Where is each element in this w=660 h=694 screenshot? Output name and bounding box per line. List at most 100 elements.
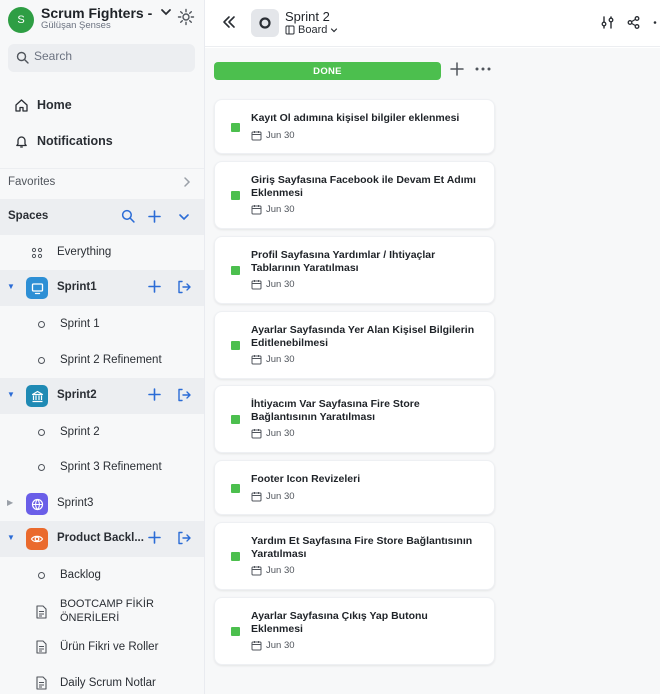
sidebar-doc-bootcamp[interactable]: BOOTCAMP FİKİR ÖNERİLERİ <box>0 593 204 633</box>
monitor-icon <box>26 277 48 299</box>
calendar-icon <box>251 641 262 651</box>
task-card[interactable]: Kayıt Ol adımına kişisel bilgiler eklenm… <box>214 99 495 154</box>
home-icon <box>15 98 28 112</box>
filter-sliders-icon[interactable] <box>600 15 615 30</box>
due-date[interactable]: Jun 30 <box>251 640 295 651</box>
chevron-right-icon[interactable] <box>180 175 194 189</box>
status-square-icon[interactable] <box>231 627 240 636</box>
sidebar-space-sprint3[interactable]: ▶ Sprint3 <box>0 486 204 522</box>
task-card[interactable]: Yardım Et Sayfasına Fire Store Bağlantıs… <box>214 522 495 590</box>
search-box[interactable] <box>8 44 195 72</box>
task-card[interactable]: Ayarlar Sayfasında Yer Alan Kişisel Bilg… <box>214 311 495 379</box>
due-date[interactable]: Jun 30 <box>251 354 295 365</box>
sidebar-item-label: Sprint3 <box>57 497 94 509</box>
sidebar-item-everything[interactable]: Everything <box>0 235 204 271</box>
nav-home-label: Home <box>37 98 72 112</box>
task-card[interactable]: Ayarlar Sayfasına Çıkış Yap Butonu Eklen… <box>214 597 495 665</box>
sidebar-list-sprint-1[interactable]: Sprint 1 <box>0 307 204 343</box>
exit-icon[interactable] <box>176 279 192 295</box>
sidebar-list-backlog[interactable]: Backlog <box>0 558 204 594</box>
task-title[interactable]: Ayarlar Sayfasında Yer Alan Kişisel Bilg… <box>251 324 481 350</box>
caret-down-icon[interactable]: ▼ <box>7 533 15 542</box>
chevron-down-icon[interactable] <box>160 6 172 18</box>
status-square-icon[interactable] <box>231 341 240 350</box>
sidebar-item-label: Sprint 1 <box>60 318 100 330</box>
plus-icon[interactable] <box>147 387 162 402</box>
nav-notifications[interactable]: Notifications <box>0 125 204 157</box>
caret-down-icon[interactable]: ▼ <box>7 282 15 291</box>
more-icon[interactable] <box>651 15 660 30</box>
plus-icon[interactable] <box>147 279 162 294</box>
favorites-section[interactable]: Favorites <box>0 168 204 194</box>
exit-icon[interactable] <box>176 530 192 546</box>
sidebar-item-label: BOOTCAMP FİKİR <box>60 598 154 610</box>
due-date-label: Jun 30 <box>266 491 295 502</box>
task-title[interactable]: Giriş Sayfasına Facebook ile Devam Et Ad… <box>251 174 481 200</box>
list-dot-icon <box>38 464 45 471</box>
gear-icon[interactable] <box>176 7 196 27</box>
exit-icon[interactable] <box>176 387 192 403</box>
due-date[interactable]: Jun 30 <box>251 491 295 502</box>
workspace-switcher[interactable]: S Scrum Fighters - ... Gülüşan Şenses <box>8 4 198 33</box>
plus-icon[interactable] <box>147 530 162 545</box>
plus-icon[interactable] <box>147 209 162 224</box>
bank-icon <box>26 385 48 407</box>
sidebar-list-sprint-3-refinement[interactable]: Sprint 3 Refinement <box>0 450 204 486</box>
task-card[interactable]: Profil Sayfasına Yardımlar / Ihtiyaçlar … <box>214 236 495 304</box>
view-switcher[interactable]: Board <box>285 24 338 36</box>
caret-right-icon[interactable]: ▶ <box>7 498 13 507</box>
sidebar-list-sprint-2[interactable]: Sprint 2 <box>0 415 204 451</box>
status-square-icon[interactable] <box>231 484 240 493</box>
sidebar-item-label: Sprint2 <box>57 389 97 401</box>
sidebar-list-sprint-2-refinement[interactable]: Sprint 2 Refinement <box>0 343 204 379</box>
document-icon <box>36 605 47 619</box>
due-date[interactable]: Jun 30 <box>251 428 295 439</box>
eye-icon <box>26 528 48 550</box>
sidebar-doc-urun-fikri[interactable]: Ürün Fikri ve Roller <box>0 630 204 666</box>
sidebar-doc-daily-scrum[interactable]: Daily Scrum Notlar <box>0 666 204 694</box>
caret-down-icon[interactable]: ▼ <box>7 390 15 399</box>
nav-home[interactable]: Home <box>0 89 204 121</box>
due-date[interactable]: Jun 30 <box>251 130 295 141</box>
status-square-icon[interactable] <box>231 552 240 561</box>
spaces-label: Spaces <box>8 210 49 222</box>
collapse-sidebar-icon[interactable] <box>221 14 237 30</box>
sidebar-space-sprint1[interactable]: ▼ Sprint1 <box>0 270 204 306</box>
search-input[interactable] <box>34 49 184 63</box>
sidebar-space-product-backlog[interactable]: ▼ Product Backl... <box>0 521 204 557</box>
task-card[interactable]: Giriş Sayfasına Facebook ile Devam Et Ad… <box>214 161 495 229</box>
sidebar-item-label: Everything <box>57 246 112 258</box>
task-title[interactable]: Yardım Et Sayfasına Fire Store Bağlantıs… <box>251 535 481 561</box>
chevron-down-icon[interactable] <box>178 211 190 223</box>
sidebar-item-label: Sprint 3 Refinement <box>60 461 162 473</box>
workspace-name[interactable]: Scrum Fighters - ... <box>41 5 156 21</box>
due-date-label: Jun 30 <box>266 640 295 651</box>
calendar-icon <box>251 205 262 215</box>
document-icon <box>36 640 47 654</box>
more-icon[interactable] <box>473 61 493 77</box>
task-title[interactable]: İhtiyacım Var Sayfasına Fire Store Bağla… <box>251 398 481 424</box>
task-card[interactable]: İhtiyacım Var Sayfasına Fire Store Bağla… <box>214 385 495 453</box>
task-title[interactable]: Footer Icon Revizeleri <box>251 473 481 486</box>
status-square-icon[interactable] <box>231 415 240 424</box>
due-date[interactable]: Jun 30 <box>251 204 295 215</box>
spaces-header[interactable]: Spaces <box>0 199 204 235</box>
task-card[interactable]: Footer Icon Revizeleri Jun 30 <box>214 460 495 515</box>
sidebar-item-label: Product Backl... <box>57 532 144 544</box>
add-task-icon[interactable] <box>449 61 465 77</box>
task-title[interactable]: Ayarlar Sayfasına Çıkış Yap Butonu Eklen… <box>251 610 481 636</box>
task-title[interactable]: Profil Sayfasına Yardımlar / Ihtiyaçlar … <box>251 249 481 275</box>
status-square-icon[interactable] <box>231 266 240 275</box>
share-icon[interactable] <box>626 15 641 30</box>
workspace-avatar[interactable]: S <box>8 7 34 33</box>
status-square-icon[interactable] <box>231 123 240 132</box>
due-date[interactable]: Jun 30 <box>251 565 295 576</box>
favorites-label: Favorites <box>8 176 56 188</box>
globe-icon <box>26 493 48 515</box>
search-icon[interactable] <box>121 209 135 223</box>
due-date[interactable]: Jun 30 <box>251 279 295 290</box>
status-square-icon[interactable] <box>231 191 240 200</box>
task-title[interactable]: Kayıt Ol adımına kişisel bilgiler eklenm… <box>251 112 481 125</box>
status-column-header[interactable]: DONE <box>214 62 441 80</box>
sidebar-space-sprint2[interactable]: ▼ Sprint2 <box>0 378 204 414</box>
